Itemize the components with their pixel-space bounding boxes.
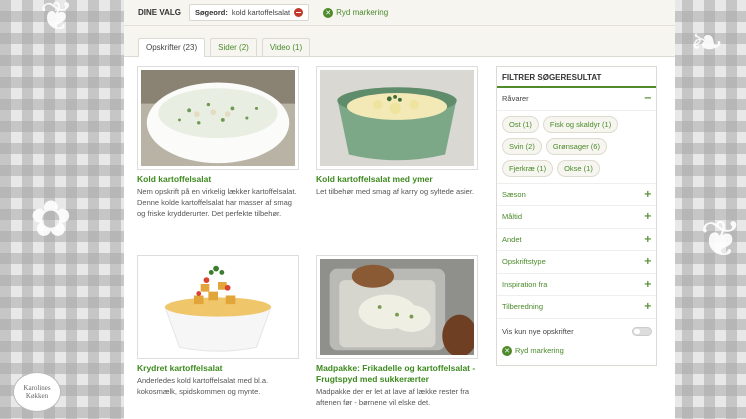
clear-selection-button[interactable]: ✕ Ryd markering [323,7,389,18]
search-term-label: Søgeord: [194,8,228,17]
filter-section-raavarer[interactable]: Råvarer − [497,88,656,111]
filter-section-tilberedning[interactable]: Tilberedning + [497,296,656,319]
filter-section-maaltid[interactable]: Måltid + [497,206,656,229]
recipe-title[interactable]: Madpakke: Frikadelle og kartoffelsalat -… [316,363,478,385]
recipe-card[interactable]: Kold kartoffelsalat Nem opskrift på en v… [137,66,299,219]
tab-bar: Opskrifter (23) Sider (2) Video (1) [124,26,675,57]
recipe-title[interactable]: Kold kartoffelsalat [137,174,299,185]
raavarer-options: Ost (1) Fisk og skaldyr (1) Svin (2) Grø… [497,111,656,184]
filter-title: FILTRER SØGERESULTAT [497,67,656,88]
decor-leaf-icon: ❦ [700,210,742,268]
close-icon: ✕ [323,7,334,18]
clear-selection-label: Ryd markering [336,8,389,17]
selection-bar: DINE VALG Søgeord: kold kartoffelsalat ✕… [124,0,675,26]
recipe-description: Anderledes kold kartoffelsalat med bl.a.… [137,376,269,396]
search-term-value: kold kartoffelsalat [231,8,291,17]
tab-video[interactable]: Video (1) [261,38,311,56]
site-logo[interactable]: Karolines Køkken [13,372,61,412]
decor-leaf-icon: ❧ [690,20,724,66]
dine-valg-label: DINE VALG [138,8,181,17]
plus-icon: + [643,278,652,290]
filter-panel: FILTRER SØGERESULTAT Råvarer − Ost (1) F… [496,66,657,366]
recipe-image[interactable] [316,255,478,359]
filter-pill[interactable]: Fisk og skaldyr (1) [542,115,619,133]
remove-term-icon[interactable] [294,8,304,17]
new-recipes-toggle[interactable] [632,326,652,336]
filter-pill[interactable]: Svin (2) [502,137,542,155]
tab-sider[interactable]: Sider (2) [210,38,257,56]
plus-icon: + [643,188,652,200]
filter-section-label: Andet [502,234,522,244]
plus-icon: + [643,301,652,313]
decor-leaf-icon: ❦ [40,0,74,40]
plus-icon: + [643,233,652,245]
plus-icon: + [643,211,652,223]
filter-pill[interactable]: Fjerkræ (1) [502,159,554,177]
recipe-image[interactable] [316,66,478,170]
filter-section-saeson[interactable]: Sæson + [497,184,656,206]
new-recipes-toggle-row: Vis kun nye opskrifter [497,319,656,342]
close-icon: ✕ [502,345,512,356]
recipe-title[interactable]: Kold kartoffelsalat med ymer [316,174,478,185]
recipe-card[interactable]: Kold kartoffelsalat med ymer Let tilbehø… [316,66,478,197]
plus-icon: + [643,256,652,268]
recipe-card[interactable]: Krydret kartoffelsalat Anderledes kold k… [137,255,299,397]
main-page: DINE VALG Søgeord: kold kartoffelsalat ✕… [124,0,675,419]
toggle-label: Vis kun nye opskrifter [502,326,574,336]
filter-section-opskriftstype[interactable]: Opskriftstype + [497,251,656,274]
filter-pill[interactable]: Ost (1) [502,115,539,133]
recipe-image[interactable] [137,255,299,359]
recipe-title[interactable]: Krydret kartoffelsalat [137,363,299,374]
logo-line2: Køkken [25,392,49,400]
tab-opskrifter[interactable]: Opskrifter (23) [138,38,206,57]
filter-clear-button[interactable]: ✕ Ryd markering [497,342,656,360]
filter-section-andet[interactable]: Andet + [497,229,656,251]
filter-section-label: Råvarer [502,94,529,104]
filter-clear-label: Ryd markering [515,346,564,355]
recipe-card[interactable]: Madpakke: Frikadelle og kartoffelsalat -… [316,255,478,408]
recipe-image[interactable] [137,66,299,170]
recipe-description: Madpakke der er let at lave af lække res… [316,387,469,407]
minus-icon: − [643,93,652,105]
decor-leaf-icon: ✿ [30,190,72,248]
filter-section-label: Sæson [502,189,526,199]
filter-section-label: Inspiration fra [502,279,548,289]
recipe-description: Let tilbehør med smag af karry og sylted… [316,187,474,196]
recipe-description: Nem opskrift på en virkelig lækker karto… [137,187,297,218]
filter-section-inspiration[interactable]: Inspiration fra + [497,274,656,296]
filter-pill[interactable]: Grønsager (6) [545,137,607,155]
filter-section-label: Måltid [502,212,523,222]
search-term-tag: Søgeord: kold kartoffelsalat [188,4,310,21]
logo-line1: Karolines [23,384,51,392]
filter-pill[interactable]: Okse (1) [557,159,600,177]
filter-section-label: Tilberedning [502,302,543,312]
filter-section-label: Opskriftstype [502,257,546,267]
